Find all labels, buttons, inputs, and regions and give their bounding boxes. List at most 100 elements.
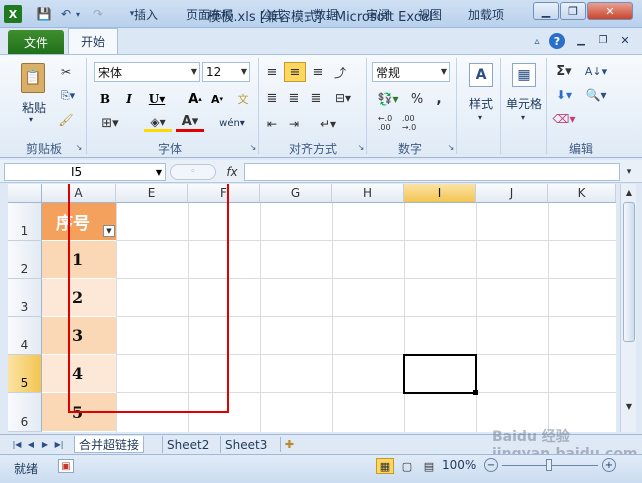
- row-header[interactable]: 3: [8, 279, 42, 317]
- formula-input[interactable]: [244, 163, 620, 181]
- doc-restore-icon[interactable]: ❐: [596, 33, 610, 47]
- bold-button[interactable]: B: [96, 90, 114, 108]
- save-icon[interactable]: 💾: [36, 6, 52, 22]
- wen-icon[interactable]: wén▾: [216, 114, 248, 132]
- font-name-select[interactable]: 宋体 ▼: [94, 62, 200, 82]
- tab-review[interactable]: 审阅: [356, 3, 400, 26]
- decrease-indent-icon[interactable]: ⇤: [262, 114, 282, 134]
- shrink-font-icon[interactable]: A ▾: [208, 90, 226, 108]
- close-button[interactable]: ✕: [587, 2, 633, 20]
- doc-close-icon[interactable]: ✕: [618, 33, 632, 47]
- align-middle-icon[interactable]: ≡: [284, 62, 306, 82]
- column-header[interactable]: J: [476, 184, 548, 203]
- sort-filter-icon[interactable]: A↓▾: [582, 62, 610, 80]
- maximize-button[interactable]: ❐: [560, 2, 586, 20]
- scroll-thumb[interactable]: [623, 202, 635, 342]
- column-header[interactable]: H: [332, 184, 404, 203]
- tab-insert[interactable]: 插入: [124, 3, 168, 26]
- worksheet-grid[interactable]: A E F G H I J K 1 2 3 4 5 6 序号 ▼ 1 2 3 4…: [8, 184, 616, 432]
- page-layout-view-icon[interactable]: ▢: [398, 458, 416, 474]
- clipboard-launcher-icon[interactable]: ↘: [74, 141, 84, 153]
- align-center-icon[interactable]: ≣: [284, 88, 304, 108]
- format-painter-icon[interactable]: 🖌: [57, 112, 75, 128]
- merge-cells-icon[interactable]: ⊟▾: [330, 88, 356, 108]
- accounting-format-icon[interactable]: 💱▾: [374, 90, 402, 108]
- italic-button[interactable]: I: [120, 90, 138, 108]
- help-icon[interactable]: ?: [549, 33, 565, 49]
- select-all-button[interactable]: [8, 184, 42, 203]
- decrease-decimal-icon[interactable]: .00 →.0: [398, 114, 420, 132]
- insert-function-button[interactable]: fx: [222, 163, 242, 181]
- number-launcher-icon[interactable]: ↘: [446, 141, 456, 153]
- font-launcher-icon[interactable]: ↘: [248, 141, 258, 153]
- row-header-active[interactable]: 5: [8, 355, 42, 393]
- sheet-tab[interactable]: Sheet3: [220, 436, 271, 453]
- scroll-up-icon[interactable]: ▲: [622, 184, 636, 200]
- cut-icon[interactable]: ✂: [57, 64, 75, 80]
- phonetic-icon[interactable]: 文: [236, 90, 250, 108]
- formula-bar-splitter[interactable]: ◦: [170, 164, 216, 180]
- tab-file[interactable]: 文件: [8, 30, 64, 54]
- column-header-active[interactable]: I: [404, 184, 476, 203]
- find-select-icon[interactable]: 🔍▾: [582, 86, 610, 104]
- underline-button[interactable]: U▾: [144, 90, 170, 108]
- paste-button[interactable]: 📋 粘贴 ▾: [12, 60, 52, 124]
- insert-sheet-icon[interactable]: ✚: [280, 437, 298, 452]
- tab-view[interactable]: 视图: [408, 3, 452, 26]
- clear-icon[interactable]: ⌫▾: [552, 110, 576, 128]
- sheet-tab-active[interactable]: 合并超链接: [74, 436, 145, 453]
- vertical-scrollbar[interactable]: ▲ ▼: [620, 184, 636, 432]
- macro-record-icon[interactable]: ▣: [58, 459, 74, 473]
- zoom-out-icon[interactable]: −: [484, 458, 498, 472]
- name-box[interactable]: I5 ▼: [4, 163, 166, 181]
- increase-decimal-icon[interactable]: ←.0.00: [374, 114, 396, 132]
- autosum-icon[interactable]: Σ▾: [552, 62, 576, 80]
- grow-font-icon[interactable]: A ▴: [186, 90, 204, 108]
- normal-view-icon[interactable]: ▦: [376, 458, 394, 474]
- fill-icon[interactable]: ⬇▾: [552, 86, 576, 104]
- align-left-icon[interactable]: ≣: [262, 88, 282, 108]
- orientation-icon[interactable]: ⤴: [330, 62, 350, 82]
- percent-icon[interactable]: %: [408, 90, 426, 108]
- zoom-slider-thumb[interactable]: [546, 459, 552, 471]
- font-size-select[interactable]: 12 ▼: [202, 62, 250, 82]
- zoom-level[interactable]: 100%: [442, 458, 476, 472]
- alignment-launcher-icon[interactable]: ↘: [356, 141, 366, 153]
- prev-sheet-icon[interactable]: ◀: [24, 437, 38, 452]
- comma-style-icon[interactable]: ,: [430, 90, 448, 108]
- active-cell-i5[interactable]: [403, 354, 477, 394]
- cells-button[interactable]: ▦ 单元格 ▾: [502, 60, 544, 130]
- font-color-icon[interactable]: A▾: [176, 114, 204, 132]
- borders-icon[interactable]: ⊞▾: [96, 114, 124, 132]
- undo-dropdown-icon[interactable]: ▾: [70, 6, 86, 22]
- ribbon-collapse-icon[interactable]: ▵: [530, 34, 544, 48]
- row-header[interactable]: 1: [8, 203, 42, 241]
- column-header[interactable]: K: [548, 184, 616, 203]
- column-header[interactable]: G: [260, 184, 332, 203]
- scroll-down-icon[interactable]: ▼: [622, 398, 636, 414]
- tab-formulas[interactable]: 公式: [250, 3, 294, 26]
- number-format-select[interactable]: 常规 ▼: [372, 62, 450, 82]
- align-top-icon[interactable]: ≡: [262, 62, 282, 82]
- sheet-tab[interactable]: Sheet2: [162, 436, 213, 453]
- styles-button[interactable]: A 样式 ▾: [462, 60, 498, 130]
- page-break-view-icon[interactable]: ▤: [420, 458, 438, 474]
- doc-minimize-icon[interactable]: ▁: [574, 33, 588, 47]
- copy-icon[interactable]: ⎘▾: [57, 88, 79, 104]
- row-header[interactable]: 6: [8, 393, 42, 432]
- next-sheet-icon[interactable]: ▶: [38, 437, 52, 452]
- tab-home[interactable]: 开始: [68, 28, 118, 54]
- last-sheet-icon[interactable]: ▶|: [52, 437, 66, 452]
- fill-handle[interactable]: [473, 390, 478, 395]
- align-right-icon[interactable]: ≣: [306, 88, 326, 108]
- minimize-button[interactable]: ▁: [533, 2, 559, 20]
- tab-page-layout[interactable]: 页面布局: [176, 3, 244, 26]
- excel-app-icon[interactable]: X: [4, 5, 22, 23]
- row-header[interactable]: 2: [8, 241, 42, 279]
- expand-formula-icon[interactable]: ▾: [622, 163, 636, 181]
- tab-data[interactable]: 数据: [304, 3, 348, 26]
- redo-icon[interactable]: ↷: [90, 6, 106, 22]
- fill-color-icon[interactable]: ◈▾: [144, 114, 172, 132]
- wrap-text-icon[interactable]: ↵▾: [314, 114, 342, 134]
- zoom-in-icon[interactable]: +: [602, 458, 616, 472]
